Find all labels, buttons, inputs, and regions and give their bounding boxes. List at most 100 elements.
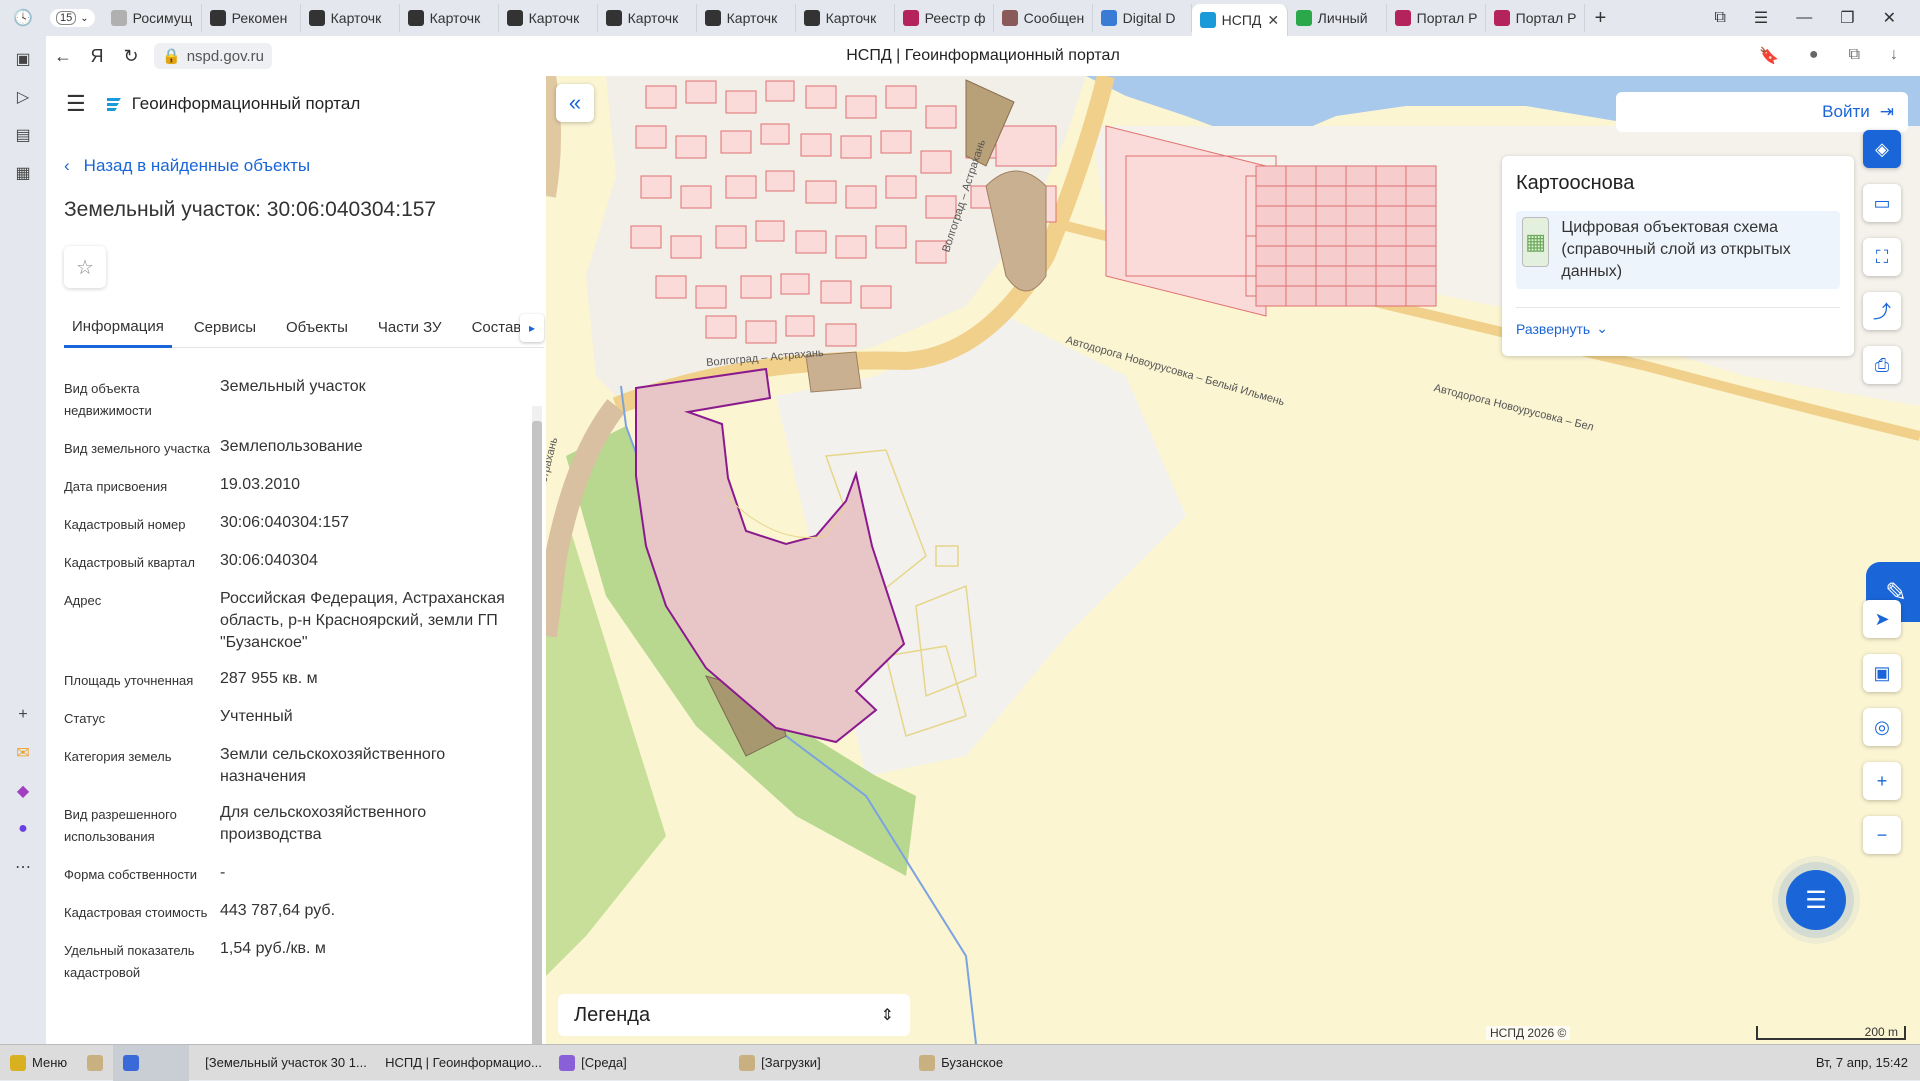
download-icon[interactable]: ↓ bbox=[1890, 46, 1898, 66]
expand-label: Развернуть bbox=[1516, 320, 1591, 337]
login-icon: ⇥ bbox=[1879, 102, 1894, 121]
tab-counter[interactable]: 15 ⌄ bbox=[50, 9, 95, 27]
restore-icon[interactable]: ❐ bbox=[1840, 8, 1854, 28]
calendar-icon[interactable]: ▤ bbox=[0, 116, 46, 154]
browser-tab[interactable]: Реестр ф bbox=[895, 4, 994, 32]
page-title: НСПД | Геоинформационный портал bbox=[846, 47, 1120, 64]
mail-icon[interactable]: ✉ bbox=[0, 734, 46, 772]
scrollbar-thumb[interactable] bbox=[532, 421, 542, 1044]
back-to-results-link[interactable]: ‹ Назад в найденные объекты bbox=[64, 156, 546, 176]
bookmark-icon[interactable]: 🔖 bbox=[1759, 46, 1779, 66]
browser-tab-label: Карточк bbox=[627, 10, 679, 26]
yandex-icon[interactable]: Я bbox=[80, 39, 114, 73]
tab-parts[interactable]: Части ЗУ bbox=[370, 308, 450, 348]
quick-launch-empty[interactable] bbox=[149, 1044, 190, 1081]
basemap-option[interactable]: ▦ Цифровая объектовая схема (справочный … bbox=[1516, 211, 1840, 289]
browser-tab[interactable]: НСПД ✕ bbox=[1191, 4, 1288, 36]
back-button[interactable]: ← bbox=[46, 39, 80, 73]
info-label: Кадастровый номер bbox=[64, 517, 186, 532]
browser-tab[interactable]: Карточк bbox=[301, 4, 400, 32]
menu-icon[interactable]: ☰ bbox=[1754, 8, 1768, 28]
collections-icon[interactable]: ⧉ bbox=[1849, 46, 1860, 66]
chevron-down-icon: ⌄ bbox=[80, 12, 89, 24]
browser-tab[interactable]: Личный bbox=[1288, 4, 1387, 32]
plus-icon: + bbox=[1876, 770, 1888, 791]
start-menu-button[interactable]: Меню bbox=[0, 1045, 77, 1081]
browser-tab[interactable]: Карточк bbox=[796, 4, 895, 32]
zoom-out-button[interactable]: − bbox=[1863, 816, 1901, 854]
minimap-button[interactable]: ▣ bbox=[1863, 654, 1901, 692]
url-field[interactable]: 🔒 nspd.gov.ru bbox=[154, 43, 272, 69]
collapse-panel-button[interactable]: « bbox=[556, 84, 594, 122]
browser-tab[interactable]: Портал Р bbox=[1486, 4, 1585, 32]
reload-button[interactable]: ↻ bbox=[114, 39, 148, 73]
orb-icon bbox=[110, 10, 127, 26]
extension-icon[interactable]: ● bbox=[1809, 46, 1819, 66]
browser-tab-label: Digital D bbox=[1122, 10, 1176, 26]
a-icon bbox=[407, 10, 424, 26]
browser-tab[interactable]: Рекомен bbox=[202, 4, 301, 32]
tabs-next-button[interactable]: ▸ bbox=[520, 314, 544, 342]
navigation-arrow-icon: ➤ bbox=[1874, 608, 1890, 629]
quick-launch-files[interactable] bbox=[77, 1045, 113, 1081]
browser-tab[interactable]: Карточк bbox=[598, 4, 697, 32]
history-button[interactable]: 🕓 bbox=[0, 0, 46, 36]
taskbar-window[interactable]: НСПД | Геоинформацио... bbox=[369, 1045, 549, 1081]
flag-icon bbox=[902, 10, 919, 26]
minimize-icon[interactable]: — bbox=[1796, 9, 1812, 27]
info-row: Вид объекта недвижимости Земельный участо… bbox=[64, 376, 524, 422]
locate-button[interactable]: ➤ bbox=[1863, 600, 1901, 638]
layers-button[interactable]: ◈ bbox=[1863, 130, 1901, 168]
orb-icon bbox=[1001, 10, 1018, 26]
legend-dropdown[interactable]: Легенда ⇕ bbox=[558, 994, 910, 1036]
tab-objects[interactable]: Объекты bbox=[278, 308, 356, 348]
taskbar-window[interactable]: [Земельный участок 30 1... bbox=[189, 1045, 369, 1081]
measure-button[interactable]: ▭ bbox=[1863, 184, 1901, 222]
geolocation-button[interactable]: ◎ bbox=[1863, 708, 1901, 746]
share-button[interactable]: ⤴ bbox=[1863, 292, 1901, 330]
more-icon[interactable]: ⋯ bbox=[0, 848, 46, 886]
close-window-icon[interactable]: ✕ bbox=[1883, 8, 1896, 28]
favorite-button[interactable]: ☆ bbox=[64, 246, 106, 288]
window-title: [Среда] bbox=[581, 1055, 627, 1070]
close-tab-icon[interactable]: ✕ bbox=[1267, 12, 1279, 29]
new-tab-button[interactable]: + bbox=[1585, 7, 1617, 30]
alice-icon[interactable]: ● bbox=[0, 810, 46, 848]
browser-tab[interactable]: Карточк bbox=[400, 4, 499, 32]
browser-tab[interactable]: Сообщен bbox=[994, 4, 1093, 32]
browser-tab[interactable]: Digital D bbox=[1093, 4, 1192, 32]
info-fields: Вид объекта недвижимости Земельный участо… bbox=[64, 376, 524, 984]
back-link-label: Назад в найденные объекты bbox=[83, 156, 311, 175]
app-icon[interactable]: ◆ bbox=[0, 772, 46, 810]
chevron-left-icon: ‹ bbox=[64, 156, 70, 175]
select-area-button[interactable]: ⛶ bbox=[1863, 238, 1901, 276]
taskbar-window[interactable]: Бузанское bbox=[909, 1045, 1089, 1081]
tab-services[interactable]: Сервисы bbox=[186, 308, 264, 348]
photo-icon[interactable]: ▦ bbox=[0, 154, 46, 192]
quick-launch-browser[interactable] bbox=[113, 1044, 150, 1081]
menu-icon[interactable]: ☰ bbox=[66, 91, 86, 117]
basemap-card: Картооснова ▦ Цифровая объектовая схема … bbox=[1502, 156, 1854, 356]
print-button[interactable]: ⎙ bbox=[1863, 346, 1901, 384]
browser-tab[interactable]: Портал Р bbox=[1387, 4, 1486, 32]
object-title: Земельный участок: 30:06:040304:157 bbox=[64, 198, 437, 221]
zoom-in-button[interactable]: + bbox=[1863, 762, 1901, 800]
browser-tab[interactable]: Карточк bbox=[697, 4, 796, 32]
a-icon bbox=[308, 10, 325, 26]
video-icon[interactable]: ▷ bbox=[0, 78, 46, 116]
chat-button[interactable]: ☰ bbox=[1786, 870, 1846, 930]
info-label: Категория земель bbox=[64, 749, 172, 764]
tab-info[interactable]: Информация bbox=[64, 308, 172, 348]
collections-sidebar-icon[interactable]: ▣ bbox=[0, 40, 46, 78]
map-canvas[interactable]: Волгоград – Астрахань Волгоград – Астрах… bbox=[546, 76, 1920, 1044]
browser-tab[interactable]: Росимущ bbox=[103, 4, 202, 32]
collections-icon[interactable]: ⧉ bbox=[1714, 9, 1725, 27]
folder-icon bbox=[919, 1054, 936, 1071]
taskbar-window[interactable]: [Среда] bbox=[549, 1045, 729, 1081]
browser-tab[interactable]: Карточк bbox=[499, 4, 598, 32]
login-button[interactable]: Войти ⇥ bbox=[1616, 92, 1908, 132]
info-tabs: Информация Сервисы Объекты Части ЗУ Сост… bbox=[64, 308, 544, 348]
taskbar-window[interactable]: [Загрузки] bbox=[729, 1045, 909, 1081]
add-icon[interactable]: + bbox=[0, 696, 46, 734]
expand-basemap-link[interactable]: Развернуть ⌄ bbox=[1516, 307, 1840, 337]
